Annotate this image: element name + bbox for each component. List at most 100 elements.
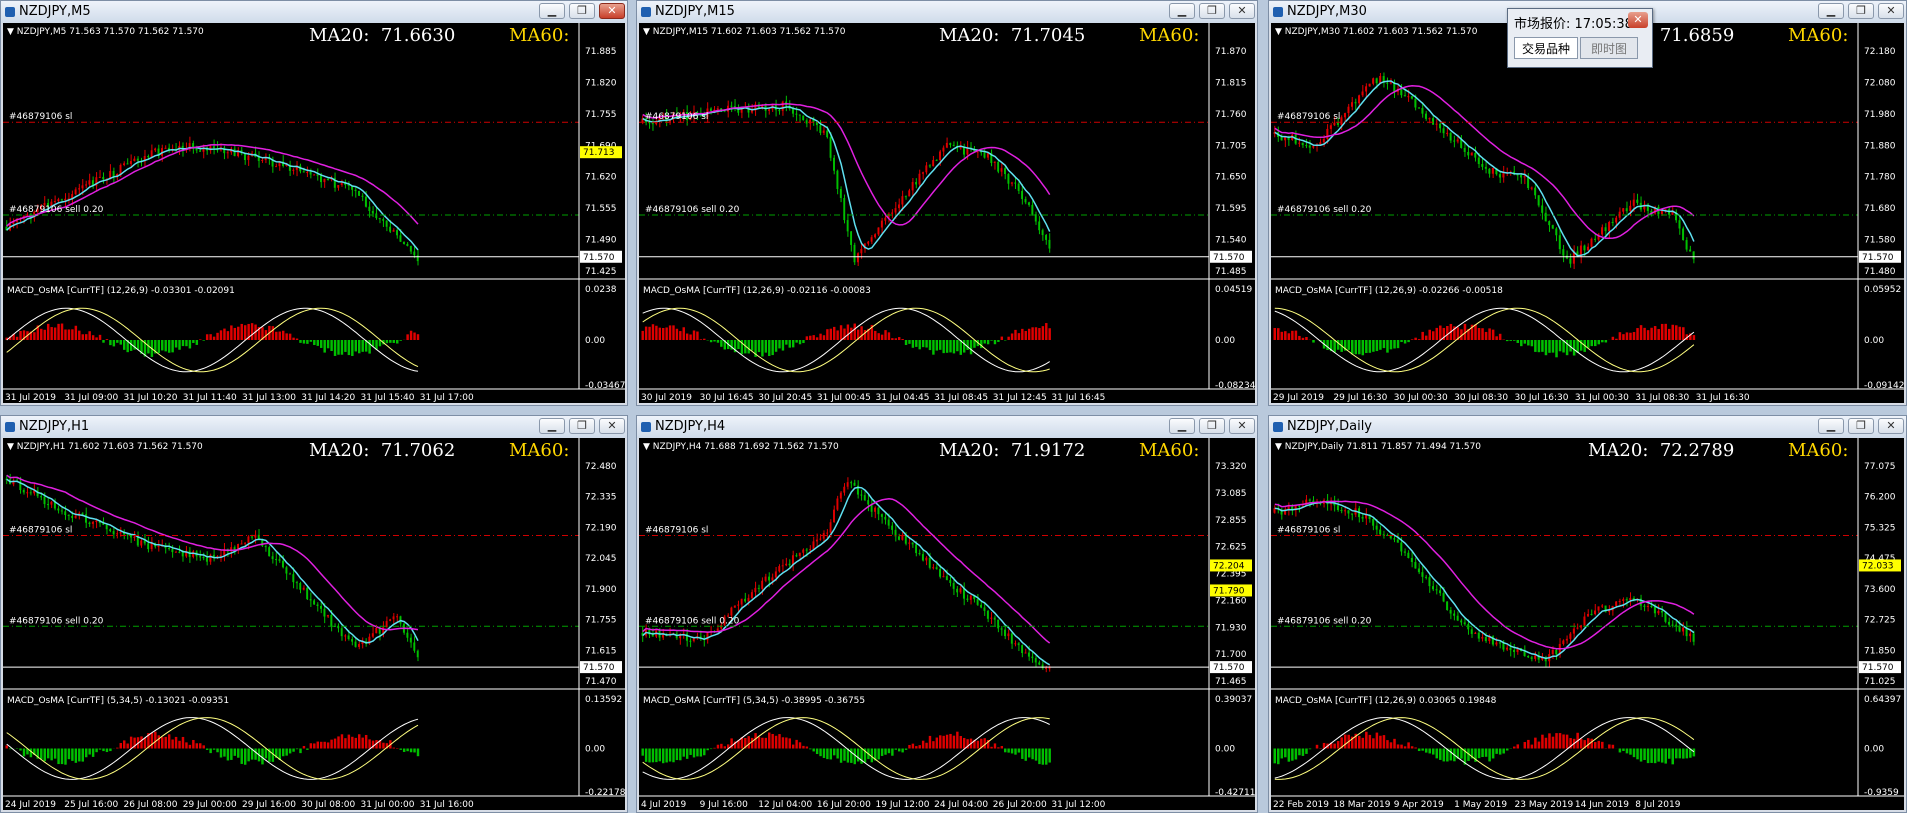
close-button[interactable]: ✕ [1229,418,1255,434]
candle-body [1474,632,1477,634]
macd-bar [105,339,109,340]
candle-body [1021,645,1024,654]
price-tick-label: 71.580 [1864,236,1896,246]
candle-body [309,171,312,175]
window-titlebar[interactable]: NZDJPY,H1 ▁ ❐ ✕ [1,416,627,438]
candle-body [1689,633,1692,637]
macd-bar [1048,328,1051,340]
close-icon[interactable]: ✕ [1628,12,1648,28]
restore-button[interactable]: ❐ [1199,3,1225,19]
tab-symbols[interactable]: 交易品种 [1514,37,1578,59]
candle-body [302,587,305,590]
chart-window-daily[interactable]: NZDJPY,Daily ▁ ❐ ✕ #46879106 sl #46879106… [1268,415,1907,813]
candle-body [340,628,343,637]
macd-bar [874,330,877,340]
macd-bar [1548,733,1551,749]
minimize-button[interactable]: ▁ [539,418,565,434]
candle-body [976,599,979,605]
chart-area[interactable]: #46879106 sl #46879106 sell 0.20 77.075 76.… [1271,438,1904,810]
minimize-button[interactable]: ▁ [1169,418,1195,434]
chart-window-m15[interactable]: NZDJPY,M15 ▁ ❐ ✕ #46879106 sl #46879106 s… [636,0,1258,406]
restore-button[interactable]: ❐ [1848,3,1874,19]
candle-body [874,507,876,512]
candle-body [136,536,139,546]
chart-area[interactable]: #46879106 sl #46879106 sell 0.20 72.480 72.… [3,438,625,810]
candle-body [1477,157,1480,165]
macd-bar [798,742,802,749]
macd-bar [81,748,84,762]
window-titlebar[interactable]: NZDJPY,M5 ▁ ❐ ✕ [1,1,627,23]
macd-bar [1653,326,1657,340]
chart-window-h1[interactable]: NZDJPY,H1 ▁ ❐ ✕ #46879106 sl #46879106 se… [0,415,628,813]
candle-body [911,182,914,191]
macd-bar [1675,748,1678,759]
candle-body [154,148,157,151]
restore-button[interactable]: ❐ [569,418,595,434]
candle-body [1410,96,1413,99]
candle-body [226,152,229,154]
macd-bar [382,742,385,749]
macd-bar [1597,340,1601,345]
chart-window-m5[interactable]: NZDJPY,M5 ▁ ❐ ✕ #46879106 sl #46879106 se… [0,0,628,406]
candle-body [147,156,150,158]
macd-bar [887,748,891,754]
macd-bar [1277,328,1280,340]
macd-bar [416,748,420,757]
restore-button[interactable]: ❐ [1199,418,1225,434]
macd-bar [689,748,692,755]
macd-bar [202,340,205,341]
chart-window-h4[interactable]: NZDJPY,H4 ▁ ❐ ✕ #46879106 sl #46879106 se… [636,415,1258,813]
close-button[interactable]: ✕ [1878,418,1904,434]
candle-body [822,130,825,133]
macd-bar [815,337,819,340]
macd-bar [64,329,67,340]
restore-button[interactable]: ❐ [569,3,595,19]
macd-bar [778,734,781,749]
candle-body [192,551,195,557]
candle-body [733,605,736,608]
window-titlebar[interactable]: NZDJPY,M15 ▁ ❐ ✕ [637,1,1257,23]
macd-bar [935,737,939,749]
macd-bar [1027,748,1031,758]
close-button[interactable]: ✕ [1229,3,1255,19]
candle-body [323,608,326,617]
candle-body [812,541,815,550]
macd-bar [1527,739,1530,749]
macd-bar [295,338,299,340]
candle-body [839,188,842,198]
macd-bar [662,328,665,340]
macd-tick-label: 0.00 [1864,336,1884,346]
restore-button[interactable]: ❐ [1848,418,1874,434]
time-tick-label: 26 Jul 08:00 [123,800,177,810]
macd-bar [78,748,81,762]
macd-bar [347,734,351,749]
window-titlebar[interactable]: NZDJPY,Daily ▁ ❐ ✕ [1269,416,1906,438]
minimize-button[interactable]: ▁ [1169,3,1195,19]
macd-bar [768,340,771,357]
macd-label: MACD_OsMA [CurrTF] (12,26,9) 0.03065 0.1… [1275,696,1497,706]
macd-bar [237,326,240,340]
minimize-button[interactable]: ▁ [1818,418,1844,434]
macd-bar [178,740,181,749]
candle-body [1523,176,1526,178]
macd-bar [771,733,774,749]
chart-area[interactable]: #46879106 sl #46879106 sell 0.20 73.320 73.… [639,438,1255,810]
window-titlebar[interactable]: NZDJPY,H4 ▁ ❐ ✕ [637,416,1257,438]
tab-tick-chart[interactable]: 即时图 [1580,37,1638,59]
candle-body [250,536,253,538]
close-button[interactable]: ✕ [1878,3,1904,19]
macd-bar [774,340,778,352]
candle-body [939,568,941,577]
close-button[interactable]: ✕ [599,418,625,434]
chart-area[interactable]: #46879106 sl #46879106 sell 0.20 72.180 72.… [1271,23,1904,403]
market-watch-popup[interactable]: 市场报价: 17:05:38 ✕ 交易品种 即时图 [1507,8,1653,68]
macd-bar [812,748,815,752]
minimize-button[interactable]: ▁ [539,3,565,19]
time-tick-label: 18 Mar 2019 [1333,800,1390,810]
chart-area[interactable]: #46879106 sl #46879106 sell 0.20 71.870 71.… [639,23,1255,403]
chart-area[interactable]: #46879106 sl #46879106 sell 0.20 71.885 71.… [3,23,625,403]
macd-bar [1379,735,1382,749]
macd-bar [330,340,333,352]
minimize-button[interactable]: ▁ [1818,3,1844,19]
close-button[interactable]: ✕ [599,3,625,19]
